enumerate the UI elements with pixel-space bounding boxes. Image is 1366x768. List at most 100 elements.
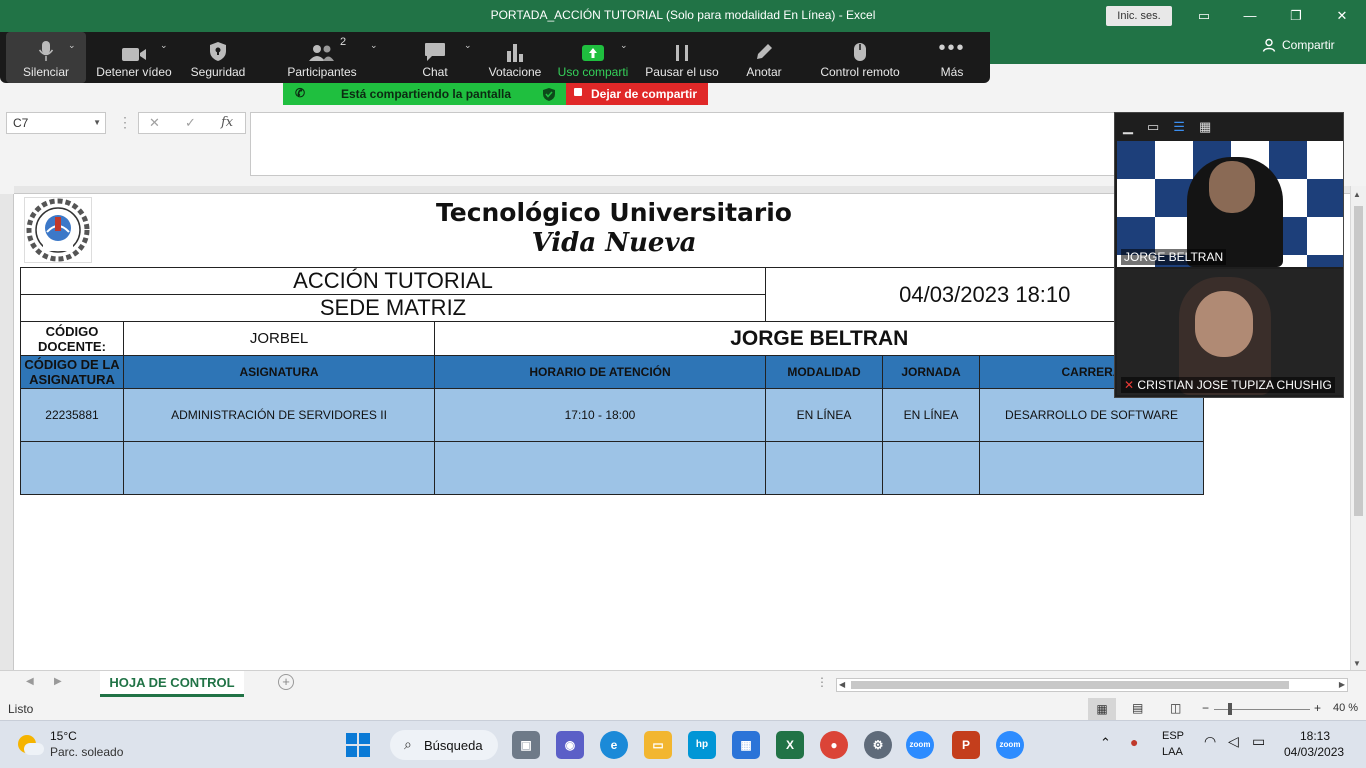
weather-icon[interactable] — [18, 731, 44, 757]
header-schedule[interactable]: HORARIO DE ATENCIÓN — [434, 355, 766, 389]
tab-scroll-left-icon[interactable]: ◀ — [26, 676, 34, 687]
zoom-slider-thumb[interactable] — [1228, 703, 1232, 715]
scroll-thumb[interactable] — [1354, 206, 1363, 516]
zoom-out-icon[interactable]: − — [1202, 701, 1209, 715]
mute-button[interactable]: Silenciar ⌄ — [6, 32, 86, 83]
empty-cell[interactable] — [765, 441, 883, 495]
empty-cell[interactable] — [979, 441, 1204, 495]
more-button[interactable]: ••• Más — [930, 32, 974, 83]
chevron-down-icon[interactable]: ⌄ — [160, 40, 168, 51]
scroll-up-icon[interactable]: ▲ — [1353, 190, 1361, 199]
myhp-icon[interactable]: hp — [688, 731, 716, 759]
tab-split-handle[interactable]: ⋮ — [816, 675, 828, 689]
clock-date[interactable]: 04/03/2023 — [1284, 745, 1344, 759]
task-view-icon[interactable]: ▣ — [512, 731, 540, 759]
close-icon[interactable]: ✕ — [1328, 6, 1356, 26]
settings-icon[interactable]: ⚙ — [864, 731, 892, 759]
chevron-down-icon[interactable]: ▼ — [93, 113, 101, 133]
header-subject-code[interactable]: CÓDIGO DE LA ASIGNATURA — [20, 355, 124, 389]
teacher-code-cell[interactable]: JORBEL — [123, 321, 435, 356]
header-modality[interactable]: MODALIDAD — [765, 355, 883, 389]
video-tile-jorge[interactable]: JORGE BELTRAN — [1117, 141, 1343, 267]
search-box[interactable]: ⌕ Búsqueda — [390, 730, 498, 760]
tab-scroll-right-icon[interactable]: ▶ — [54, 676, 62, 687]
video-tile-cristian[interactable]: ✕ CRISTIAN JOSE TUPIZA CHUSHIG — [1117, 269, 1343, 395]
stop-video-button[interactable]: Detener vídeo ⌄ — [92, 32, 176, 83]
teams-chat-icon[interactable]: ◉ — [556, 731, 584, 759]
vertical-scrollbar[interactable]: ▲ ▼ — [1350, 186, 1366, 670]
scroll-right-icon[interactable]: ▶ — [1339, 680, 1345, 689]
file-explorer-icon[interactable]: ▭ — [644, 731, 672, 759]
teacher-code-label[interactable]: CÓDIGO DOCENTE: — [20, 321, 124, 356]
header-subject[interactable]: ASIGNATURA — [123, 355, 435, 389]
share-screen-button[interactable]: Uso comparti ⌄ — [556, 32, 630, 83]
section-title[interactable]: ACCIÓN TUTORIAL — [20, 267, 766, 295]
zoom-in-icon[interactable]: + — [1314, 701, 1321, 715]
remote-control-button[interactable]: Control remoto — [816, 32, 904, 83]
chevron-down-icon[interactable]: ⌄ — [620, 40, 628, 51]
annotate-button[interactable]: Anotar — [740, 32, 788, 83]
name-box[interactable]: C7 ▼ — [6, 112, 106, 134]
lang-secondary[interactable]: LAA — [1162, 746, 1183, 758]
add-sheet-icon[interactable]: + — [278, 674, 294, 690]
page-layout-icon[interactable]: ▤ — [1132, 701, 1143, 715]
subject-cell[interactable]: ADMINISTRACIÓN DE SERVIDORES II — [123, 388, 435, 442]
modality-cell[interactable]: EN LÍNEA — [765, 388, 883, 442]
zoom-meeting-icon[interactable]: zoom — [996, 731, 1024, 759]
chevron-down-icon[interactable]: ⌄ — [370, 40, 378, 51]
hscroll-thumb[interactable] — [851, 681, 1289, 689]
wifi-icon[interactable]: ◠ — [1204, 733, 1216, 750]
empty-cell[interactable] — [20, 441, 124, 495]
powerpoint-icon[interactable]: P — [952, 731, 980, 759]
campus-cell[interactable]: SEDE MATRIZ — [20, 294, 766, 322]
empty-cell[interactable] — [123, 441, 435, 495]
horizontal-scrollbar[interactable]: ◀ ▶ — [836, 678, 1348, 692]
excel-icon[interactable]: X — [776, 731, 804, 759]
single-view-icon[interactable]: ▭ — [1147, 119, 1159, 135]
scroll-down-icon[interactable]: ▼ — [1353, 659, 1361, 668]
chat-button[interactable]: Chat ⌄ — [414, 32, 471, 83]
teacher-name-cell[interactable]: JORGE BELTRAN — [434, 321, 1204, 356]
page-break-icon[interactable]: ◫ — [1170, 701, 1181, 715]
cancel-icon[interactable]: ✕ — [149, 115, 160, 131]
polls-button[interactable]: Votacione — [484, 32, 546, 83]
minimize-icon[interactable]: — — [1236, 6, 1264, 26]
insert-function-button[interactable]: fx — [221, 115, 233, 130]
empty-cell[interactable] — [882, 441, 980, 495]
enter-icon[interactable]: ✓ — [185, 115, 196, 131]
subject-code-cell[interactable]: 22235881 — [20, 388, 124, 442]
chevron-down-icon[interactable]: ⌄ — [464, 40, 472, 51]
store-icon[interactable]: ▦ — [732, 731, 760, 759]
volume-icon[interactable]: ◁ — [1228, 733, 1239, 750]
speaker-view-icon[interactable]: ☰ — [1173, 119, 1185, 135]
ribbon-display-icon[interactable]: ▭ — [1190, 6, 1218, 26]
empty-cell[interactable] — [434, 441, 766, 495]
battery-icon[interactable]: ▭ — [1252, 733, 1265, 750]
windows-start-icon[interactable] — [346, 733, 370, 757]
scroll-left-icon[interactable]: ◀ — [839, 680, 845, 689]
lang-primary[interactable]: ESP — [1162, 730, 1184, 742]
zoom-level[interactable]: 40 % — [1333, 702, 1358, 714]
pause-share-button[interactable]: Pausar el uso — [644, 32, 720, 83]
stop-sharing-button[interactable]: Dejar de compartir — [566, 83, 708, 105]
mic-active-icon[interactable]: ● — [1130, 734, 1138, 750]
share-button[interactable]: Compartir — [1262, 38, 1335, 52]
normal-view-icon[interactable]: ▦ — [1088, 698, 1116, 720]
gallery-view-icon[interactable]: ▦ — [1199, 119, 1211, 135]
zoom-video-panel[interactable]: ▁ ▭ ☰ ▦ JORGE BELTRAN ✕ CRISTIAN JOSE TU… — [1114, 112, 1344, 398]
sharing-status-bar[interactable]: ✆ Está compartiendo la pantalla — [283, 83, 566, 105]
participants-button[interactable]: Participantes 2 ⌄ — [284, 32, 377, 83]
sign-in-button[interactable]: Inic. ses. — [1106, 6, 1172, 26]
zoom-app-icon[interactable]: zoom — [906, 731, 934, 759]
tab-hoja-de-control[interactable]: HOJA DE CONTROL — [100, 671, 244, 697]
security-button[interactable]: Seguridad — [186, 32, 250, 83]
chevron-down-icon[interactable]: ⌄ — [68, 40, 76, 51]
schedule-cell[interactable]: 17:10 - 18:00 — [434, 388, 766, 442]
edge-icon[interactable]: e — [600, 731, 628, 759]
session-cell[interactable]: EN LÍNEA — [882, 388, 980, 442]
restore-icon[interactable]: ❐ — [1282, 6, 1310, 26]
formula-input[interactable] — [250, 112, 1116, 176]
chrome-icon[interactable]: ● — [820, 731, 848, 759]
header-session[interactable]: JORNADA — [882, 355, 980, 389]
chevron-up-icon[interactable]: ⌃ — [1100, 735, 1111, 751]
